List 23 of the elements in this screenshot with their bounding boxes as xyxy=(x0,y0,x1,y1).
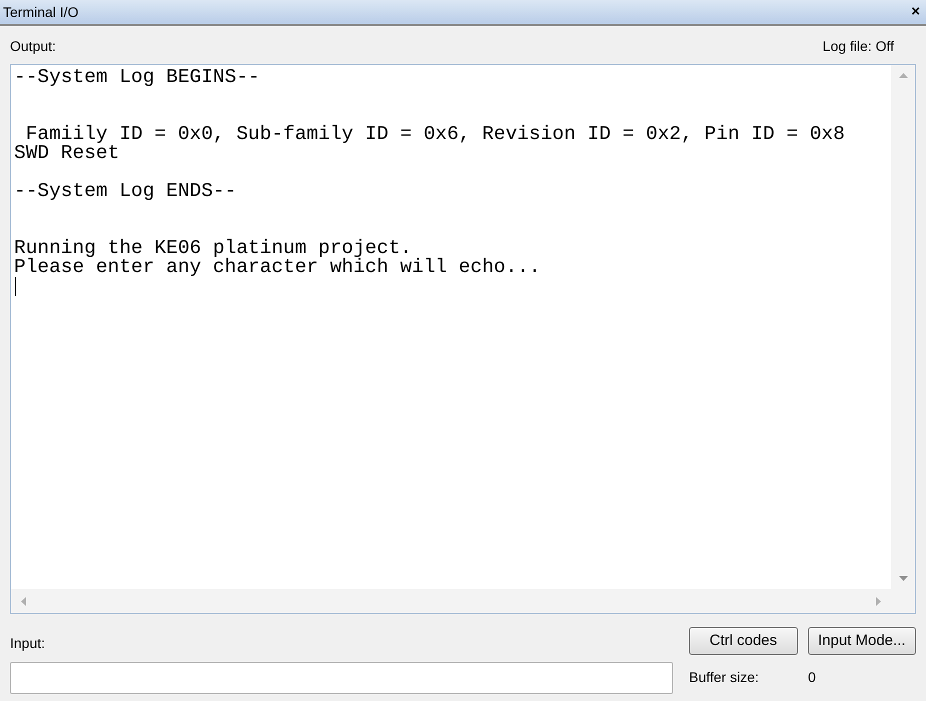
buffer-size-value: 0 xyxy=(808,668,816,687)
output-line: Running the KE06 platinum project. xyxy=(14,239,412,258)
text-cursor xyxy=(15,277,16,296)
scroll-up-icon xyxy=(898,73,908,78)
output-line: Famiily ID = 0x0, Sub-family ID = 0x6, Revision ID = 0x2, Pin ID = 0x8 xyxy=(24,125,845,144)
output-line: --System Log ENDS-- xyxy=(14,182,236,201)
window-title: Terminal I/O xyxy=(3,2,78,22)
log-file-status: Log file: Off xyxy=(822,37,894,56)
close-button[interactable]: × xyxy=(908,0,923,24)
vertical-scrollbar[interactable] xyxy=(891,65,915,589)
input-field[interactable] xyxy=(10,662,673,694)
output-line: --System Log BEGINS-- xyxy=(14,68,260,87)
output-line: SWD Reset xyxy=(14,144,120,163)
buffer-size-label: Buffer size: xyxy=(689,668,760,687)
toolbar-button[interactable]: Ctrl codes xyxy=(689,627,798,655)
scroll-down-icon xyxy=(898,576,908,581)
scroll-right-icon xyxy=(876,596,881,606)
toolbar-button[interactable]: Input Mode... xyxy=(808,627,916,655)
input-label: Input: xyxy=(10,634,46,653)
output-label: Output: xyxy=(10,37,56,56)
scroll-left-icon xyxy=(21,596,26,606)
output-line: Please enter any character which will echo... xyxy=(14,258,541,277)
horizontal-scrollbar[interactable] xyxy=(11,589,891,613)
